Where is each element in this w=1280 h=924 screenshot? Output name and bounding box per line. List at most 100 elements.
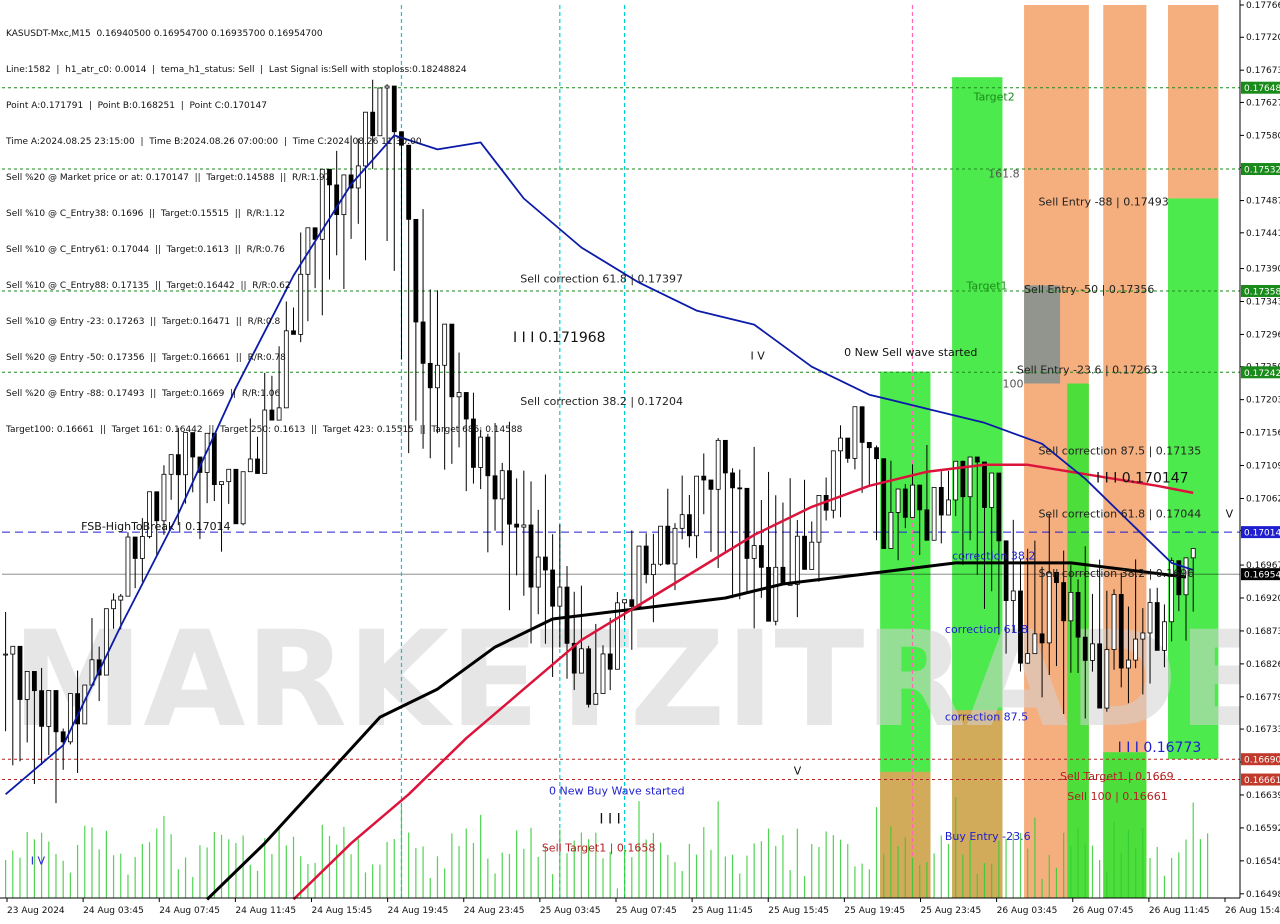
- candle-body: [629, 599, 635, 607]
- candle-body: [1061, 582, 1067, 622]
- volume-bar: [69, 872, 71, 898]
- volume-bar: [472, 842, 475, 898]
- candle-body: [636, 545, 642, 607]
- volume-bar: [516, 830, 518, 898]
- chart-annotation: I V: [751, 350, 766, 363]
- volume-bar: [408, 832, 410, 898]
- volume-bar: [969, 839, 971, 898]
- chart-annotation: Buy Entry -23.6: [945, 830, 1031, 843]
- volume-bar: [494, 873, 496, 898]
- volume-bar: [487, 858, 489, 898]
- volume-bar: [1048, 855, 1050, 898]
- volume-bar: [177, 869, 179, 898]
- volume-bar: [429, 877, 431, 898]
- volume-bar: [1127, 829, 1130, 898]
- volume-bar: [767, 828, 770, 898]
- volume-bar: [782, 835, 784, 898]
- x-tick-label: 25 Aug 11:45: [692, 906, 753, 916]
- candle-body: [1082, 636, 1088, 661]
- volume-bar: [1120, 852, 1122, 898]
- candle-body: [658, 525, 663, 565]
- volume-bar: [26, 831, 28, 898]
- info-line: Sell %20 @ Entry -50: 0.17356 || Target:…: [6, 353, 286, 363]
- candle-body: [46, 690, 52, 727]
- candle-body: [766, 566, 771, 622]
- chart-annotation: Sell Target1 | 0.1669: [1060, 770, 1174, 783]
- x-tick-label: 24 Aug 11:45: [235, 906, 296, 916]
- candle-body: [888, 511, 894, 549]
- volume-bar: [321, 824, 323, 898]
- chart-annotation: I V: [31, 854, 46, 867]
- volume-bar: [422, 846, 424, 898]
- volume-bar: [292, 836, 295, 898]
- volume-bar: [148, 842, 151, 898]
- candle-body: [694, 475, 699, 537]
- x-tick-label: 25 Aug 15:45: [768, 906, 829, 916]
- candle-body: [1162, 621, 1167, 651]
- price-tag-label: 0.16690: [1244, 756, 1280, 766]
- x-tick-label: 25 Aug 23:45: [921, 906, 982, 916]
- chart-annotation: Sell Entry -88 | 0.17493: [1038, 195, 1168, 208]
- candle-body: [902, 488, 908, 518]
- candle-body: [535, 556, 541, 588]
- volume-bar: [228, 839, 230, 898]
- chart-annotation: I I I: [599, 812, 620, 828]
- candle-body: [53, 690, 59, 733]
- price-tag-label: 0.17242: [1244, 369, 1280, 379]
- chart-annotation: Sell correction 61.8 | 0.17044: [1038, 507, 1201, 520]
- y-tick-label: 0.17343: [1246, 297, 1280, 307]
- volume-bar: [710, 849, 712, 898]
- candle-body: [1039, 633, 1045, 644]
- x-tick-label: 24 Aug 15:45: [312, 906, 373, 916]
- volume-bar: [552, 874, 554, 898]
- volume-bar: [1070, 845, 1072, 898]
- chart-annotation: correction 38.2: [952, 549, 1035, 562]
- volume-bar: [796, 828, 798, 898]
- volume-bar: [566, 853, 568, 898]
- y-tick-label: 0.16733: [1246, 725, 1280, 735]
- candle-body: [679, 514, 685, 529]
- candle-body: [125, 536, 131, 597]
- candle-body: [226, 468, 232, 483]
- x-tick-label: 24 Aug 07:45: [159, 906, 220, 916]
- candle-body: [744, 487, 750, 559]
- chart-annotation: Sell correction 61.8 | 0.17397: [520, 273, 683, 286]
- candle-body: [1090, 643, 1095, 661]
- volume-bar: [926, 861, 928, 898]
- y-tick-label: 0.16498: [1246, 890, 1280, 900]
- volume-bar: [170, 834, 172, 898]
- candle-body: [1032, 633, 1038, 655]
- chart-annotation: I I I 0.170147: [1096, 470, 1189, 486]
- volume-bar: [1106, 871, 1108, 898]
- volume-bar: [847, 844, 849, 898]
- candle-body: [39, 690, 44, 727]
- volume-bar: [307, 864, 309, 898]
- volume-bar: [753, 843, 755, 898]
- volume-bar: [940, 835, 942, 898]
- volume-bar: [854, 866, 856, 898]
- info-line: Point A:0.171791 | Point B:0.168251 | Po…: [6, 101, 267, 111]
- volume-bar: [127, 874, 129, 898]
- volume-bar: [688, 843, 690, 898]
- candle-body: [24, 671, 30, 700]
- candle-body: [255, 458, 260, 474]
- volume-bar: [328, 836, 331, 898]
- chart-annotation: 0 New Buy Wave started: [549, 784, 685, 797]
- candle-body: [593, 693, 599, 705]
- volume-bar: [48, 841, 50, 898]
- volume-bar: [256, 870, 259, 898]
- candle-body: [1111, 594, 1117, 650]
- volume-bar: [141, 844, 143, 898]
- volume-bar: [832, 835, 834, 898]
- volume-bar: [444, 868, 446, 898]
- chart-annotation: I I I 0.171968: [513, 330, 606, 346]
- volume-bar: [818, 847, 820, 898]
- volume-bar: [1199, 839, 1202, 898]
- candle-body: [982, 461, 987, 508]
- info-line: Sell %10 @ Entry -23: 0.17263 || Target:…: [6, 317, 281, 327]
- candle-body: [730, 472, 735, 489]
- candle-body: [499, 470, 505, 500]
- volume-bar: [695, 854, 698, 898]
- volume-bar: [933, 853, 935, 898]
- volume-bar: [616, 888, 619, 898]
